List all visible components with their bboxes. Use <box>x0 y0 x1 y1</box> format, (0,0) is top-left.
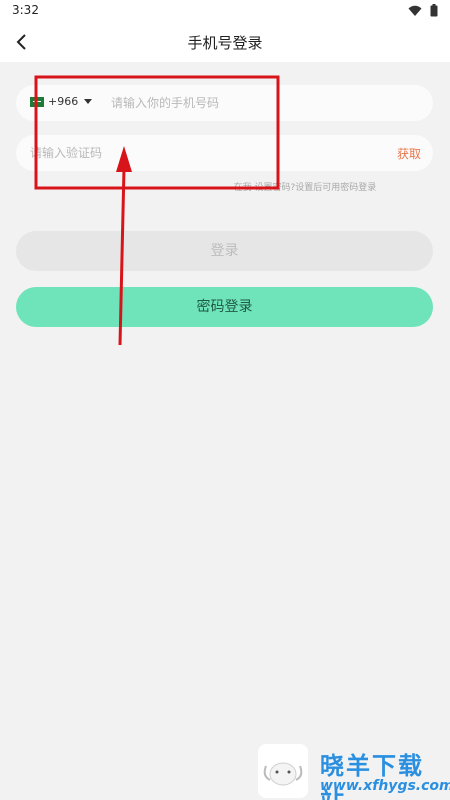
country-code: +966 <box>48 95 79 108</box>
password-hint: 在我 设置密码?设置后可用密码登录 <box>233 183 377 193</box>
watermark-url: www.xfhygs.com <box>320 778 450 794</box>
status-icons <box>408 4 438 17</box>
login-button[interactable]: 登录 <box>16 231 433 271</box>
code-field: 获取 <box>16 135 433 171</box>
app-bar: 手机号登录 <box>0 22 450 62</box>
country-code-selector[interactable]: +966 <box>30 95 93 108</box>
password-login-button[interactable]: 密码登录 <box>16 287 433 327</box>
status-bar: 3:32 <box>0 0 450 22</box>
phone-field: +966 <box>16 85 433 121</box>
watermark: 晓羊下载站 www.xfhygs.com <box>258 744 450 800</box>
code-input[interactable] <box>30 143 330 163</box>
saudi-flag-icon <box>30 96 44 107</box>
status-time: 3:32 <box>12 3 39 17</box>
sheep-logo-icon <box>258 744 308 798</box>
page-title: 手机号登录 <box>187 34 263 52</box>
wifi-icon <box>408 5 422 16</box>
caret-down-icon <box>84 99 93 104</box>
battery-icon <box>430 4 438 17</box>
get-code-button[interactable]: 获取 <box>397 145 421 162</box>
phone-input[interactable] <box>111 93 411 113</box>
